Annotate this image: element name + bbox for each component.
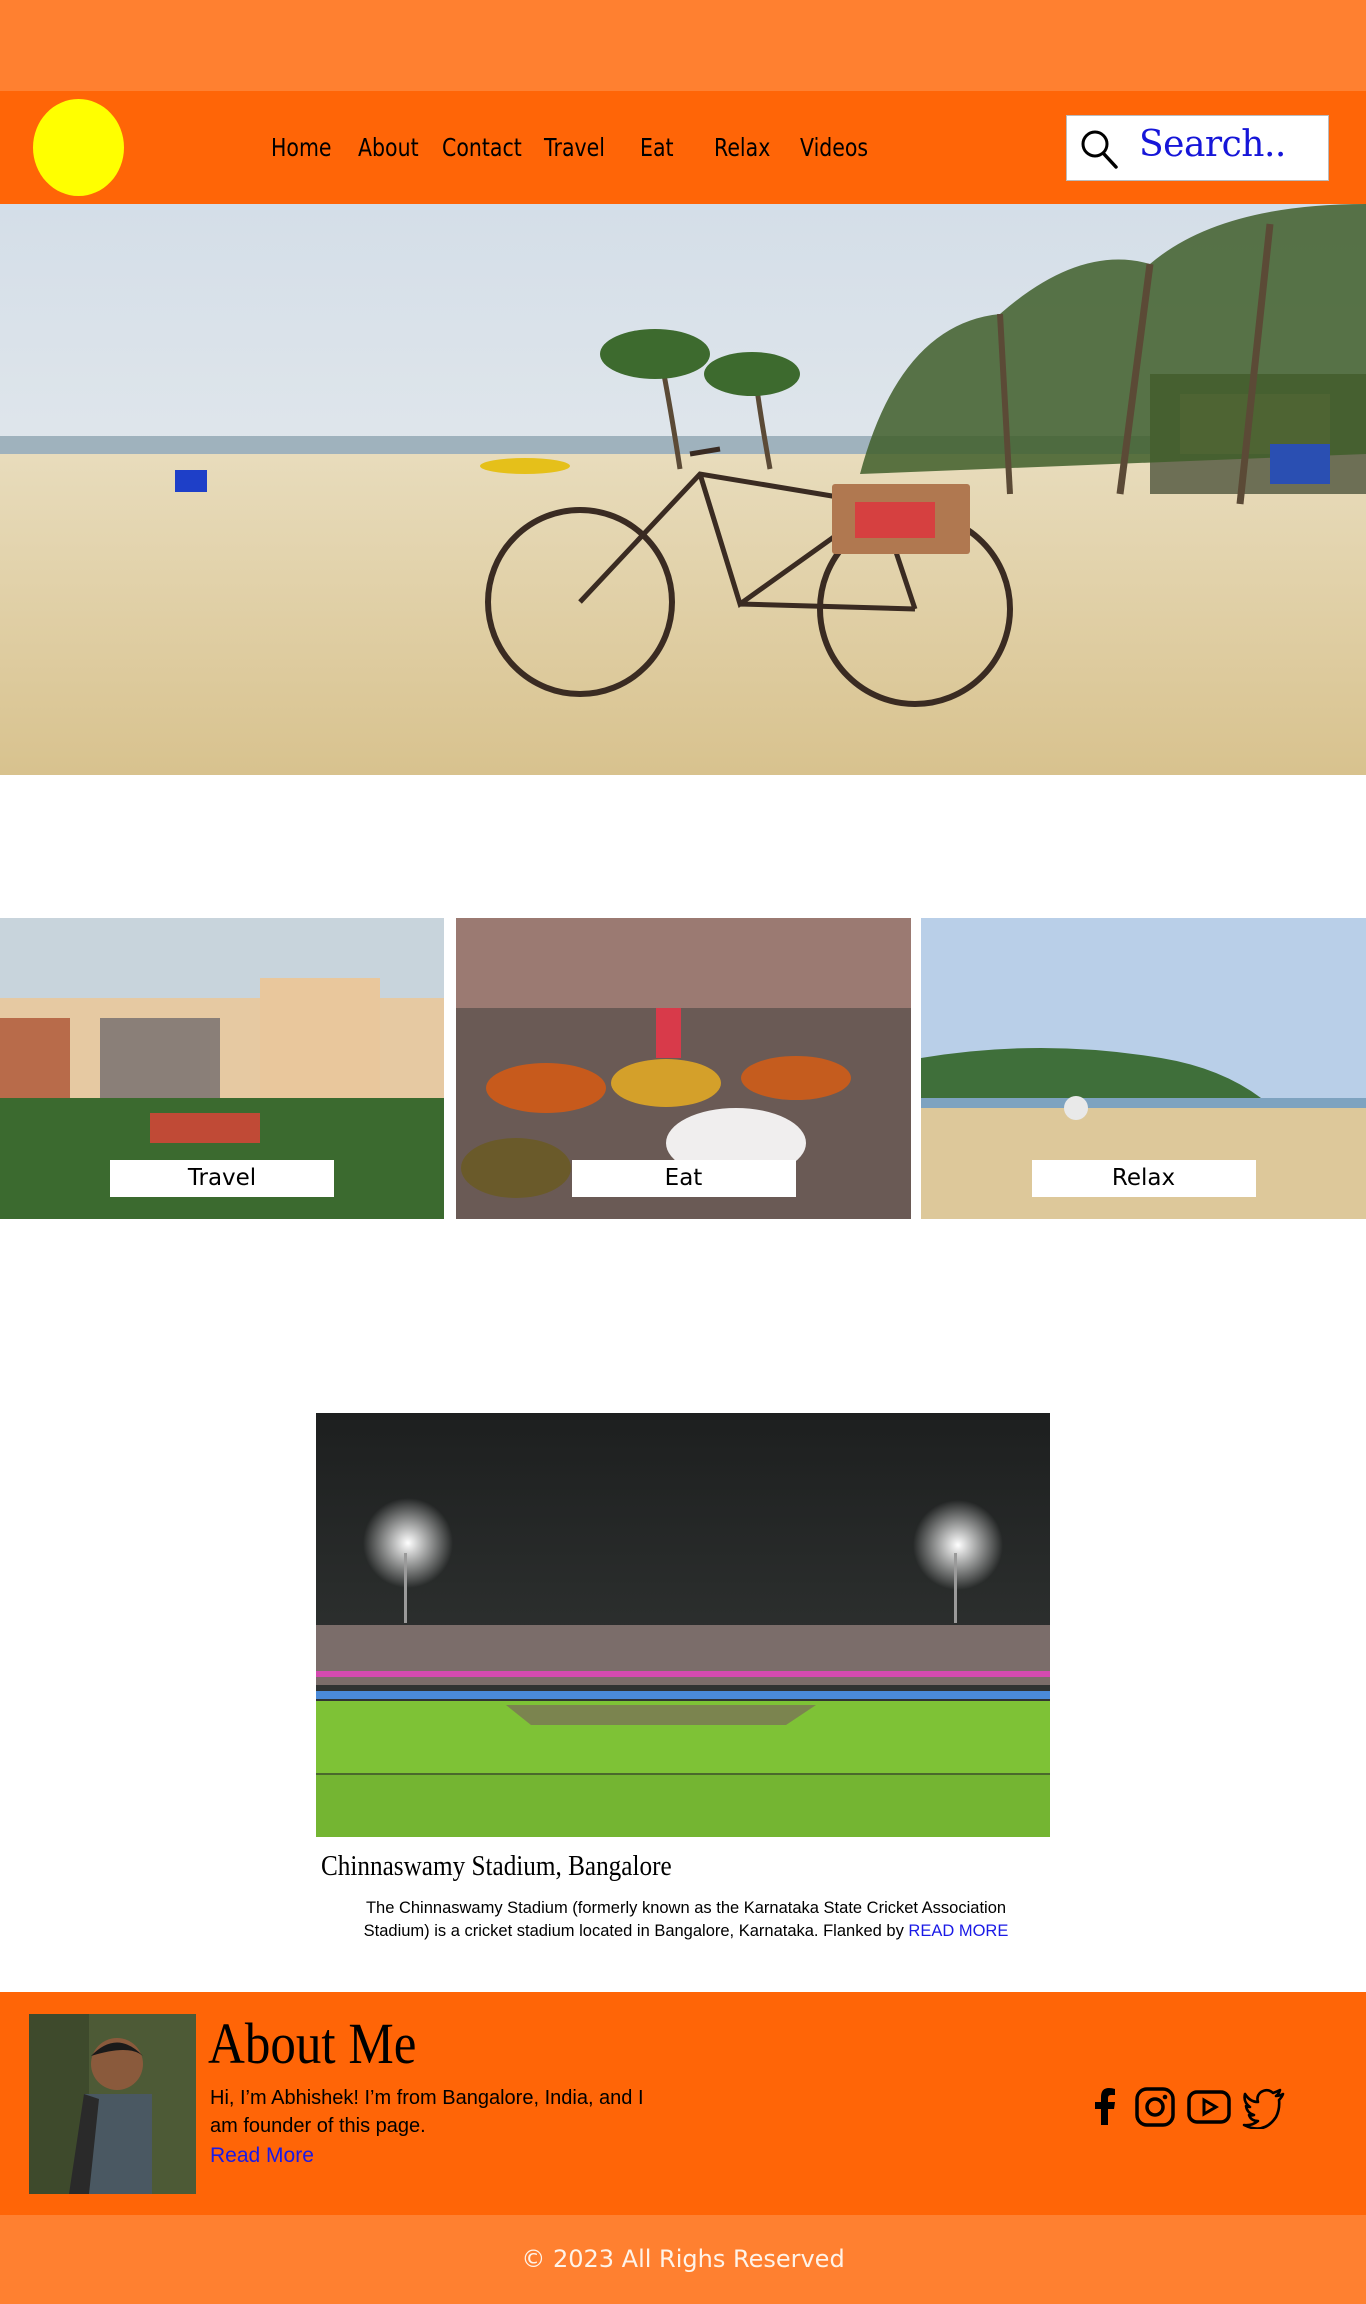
top-strip: [0, 0, 1366, 91]
footer: © 2023 All Righs Reserved: [0, 2215, 1366, 2304]
read-more-link[interactable]: READ MORE: [908, 1922, 1008, 1940]
avatar: [29, 2014, 196, 2194]
category-card-eat[interactable]: Eat: [456, 918, 911, 1219]
nav-item-eat[interactable]: Eat: [640, 133, 674, 162]
facebook-icon[interactable]: [1082, 2085, 1126, 2129]
hero-image: [0, 204, 1366, 775]
profile-photo: [29, 2014, 196, 2194]
nav-item-about[interactable]: About: [358, 133, 419, 162]
card-label-relax: Relax: [1031, 1160, 1256, 1197]
stadium-description: The Chinnaswamy Stadium (formerly known …: [336, 1897, 1036, 1943]
stadium-image[interactable]: [316, 1413, 1050, 1837]
nav-item-contact[interactable]: Contact: [442, 133, 522, 162]
nav-item-home[interactable]: Home: [271, 133, 332, 162]
search-input[interactable]: Search..: [1066, 115, 1329, 181]
search-icon: [1081, 130, 1118, 169]
category-card-relax[interactable]: Relax: [921, 918, 1366, 1219]
stadium-night-photo: [316, 1413, 1050, 1837]
beach-bicycle-photo: [0, 204, 1366, 775]
logo[interactable]: [33, 99, 124, 196]
stadium-title: Chinnaswamy Stadium, Bangalore: [321, 1851, 672, 1882]
nav-item-relax[interactable]: Relax: [714, 133, 770, 162]
youtube-icon[interactable]: [1187, 2085, 1231, 2129]
nav-item-travel[interactable]: Travel: [544, 133, 605, 162]
card-label-travel: Travel: [110, 1160, 334, 1197]
navbar: Home About Contact Travel Eat Relax Vide…: [0, 91, 1366, 204]
instagram-icon[interactable]: [1133, 2085, 1177, 2129]
search-placeholder: Search..: [1139, 124, 1286, 165]
card-label-eat: Eat: [571, 1160, 796, 1197]
about-title: About Me: [208, 2011, 417, 2076]
twitter-icon[interactable]: [1242, 2085, 1286, 2129]
category-card-travel[interactable]: Travel: [0, 918, 444, 1219]
copyright-text: © 2023 All Righs Reserved: [521, 2245, 845, 2273]
nav-item-videos[interactable]: Videos: [800, 133, 868, 162]
about-section: About Me Hi, I’m Abhishek! I’m from Bang…: [0, 1992, 1366, 2215]
about-read-more-link[interactable]: Read More: [210, 2144, 314, 2168]
about-text: Hi, I’m Abhishek! I’m from Bangalore, In…: [210, 2087, 644, 2137]
